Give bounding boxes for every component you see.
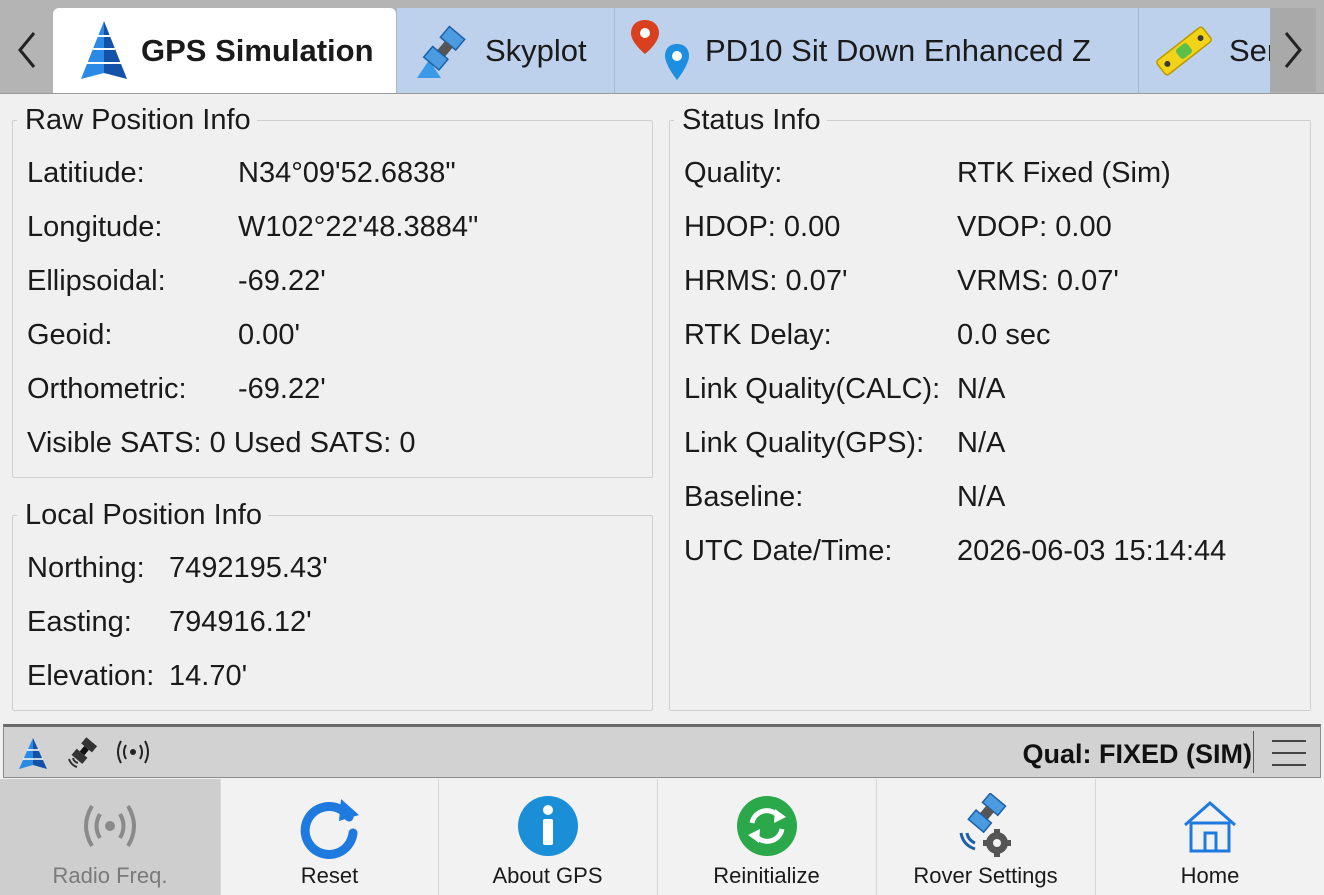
ellipsoidal-label: Ellipsoidal: (27, 265, 166, 297)
toolbar-label: Reinitialize (713, 863, 820, 888)
easting-label: Easting: (27, 606, 132, 638)
northing-label: Northing: (27, 552, 145, 584)
tab-label: Skyplot (485, 32, 587, 68)
toolbar-label: Home (1180, 863, 1240, 888)
longitude-value: W102°22'48.3884" (238, 211, 479, 243)
chevron-left-icon (18, 32, 36, 68)
tab-gps-simulation[interactable]: GPS Simulation (53, 8, 396, 93)
baseline-label: Baseline: (684, 481, 804, 513)
raw-position-title: Raw Position Info (25, 104, 251, 136)
quality-label: Quality: (684, 157, 783, 189)
menu-icon[interactable] (1272, 740, 1306, 766)
link-quality-calc-label: Link Quality(CALC): (684, 373, 941, 405)
rover-settings-button[interactable]: Rover Settings (876, 779, 1094, 895)
link-quality-calc-value: N/A (957, 373, 1006, 405)
link-quality-gps-label: Link Quality(GPS): (684, 427, 925, 459)
easting-value: 794916.12' (169, 606, 312, 638)
baseline-value: N/A (957, 481, 1006, 513)
local-position-title: Local Position Info (25, 499, 262, 531)
about-gps-button[interactable]: About GPS (438, 779, 656, 895)
tab-skyplot[interactable]: Skyplot (396, 8, 614, 93)
latitude-label: Latitiude: (27, 157, 145, 189)
rover-satellite-icon (959, 793, 1011, 857)
elevation-label: Elevation: (27, 660, 155, 692)
level-tool-icon (1151, 18, 1217, 84)
quality-status-text: Qual: FIXED (SIM) (1022, 739, 1253, 769)
toolbar-label: About GPS (492, 863, 603, 888)
reset-button[interactable]: Reset (220, 779, 438, 895)
link-quality-gps-value: N/A (957, 427, 1006, 459)
scroll-tabs-left-button[interactable] (4, 8, 50, 92)
geoid-label: Geoid: (27, 319, 113, 351)
pyramid-icon (79, 19, 129, 83)
hrms-value: HRMS: 0.07' (684, 265, 848, 297)
home-button[interactable]: Home (1095, 779, 1324, 895)
geoid-value: 0.00' (238, 319, 300, 351)
tab-pd10-sit-down-enhanced-z[interactable]: PD10 Sit Down Enhanced Z (614, 8, 1138, 93)
elevation-value: 14.70' (169, 660, 248, 692)
utc-datetime-label: UTC Date/Time: (684, 535, 893, 567)
vdop-value: VDOP: 0.00 (957, 211, 1112, 243)
latitude-value: N34°09'52.6838" (238, 157, 456, 189)
home-icon (1184, 801, 1236, 853)
northing-value: 7492195.43' (169, 552, 328, 584)
orthometric-value: -69.22' (238, 373, 326, 405)
status-info-title: Status Info (682, 104, 821, 136)
status-bar: Qual: FIXED (SIM) (3, 724, 1321, 778)
longitude-label: Longitude: (27, 211, 163, 243)
toolbar-label: Radio Freq. (52, 863, 168, 888)
radio-waves-icon (84, 804, 136, 848)
chevron-right-icon (1284, 32, 1302, 68)
toolbar-label: Reset (300, 863, 359, 888)
utc-datetime-value: 2026-06-03 15:14:44 (957, 535, 1227, 567)
vrms-value: VRMS: 0.07' (957, 265, 1119, 297)
tab-label: Ser (1229, 32, 1270, 68)
toolbar-label: Rover Settings (913, 863, 1058, 888)
rtk-delay-value: 0.0 sec (957, 319, 1051, 351)
hdop-value: HDOP: 0.00 (684, 211, 841, 243)
tab-label: GPS Simulation (141, 32, 374, 68)
status-bar-divider (1253, 731, 1254, 773)
tab-label: PD10 Sit Down Enhanced Z (705, 32, 1091, 68)
orthometric-label: Orthometric: (27, 373, 187, 405)
location-pins-icon (629, 18, 693, 84)
tab-ser[interactable]: Ser (1138, 8, 1270, 93)
pyramid-icon[interactable] (18, 737, 48, 776)
sats-line: Visible SATS: 0 Used SATS: 0 (27, 427, 416, 459)
ellipsoidal-value: -69.22' (238, 265, 326, 297)
quality-value: RTK Fixed (Sim) (957, 157, 1171, 189)
scroll-tabs-right-button[interactable] (1270, 8, 1316, 92)
satellite-icon[interactable] (66, 737, 100, 774)
satellite-icon (415, 22, 473, 80)
radio-freq-button[interactable]: Radio Freq. (0, 779, 220, 895)
reset-icon (300, 799, 359, 859)
tab-strip: GPS Simulation Skyplot PD10 Sit Down Enh… (0, 0, 1324, 94)
radio-signal-icon[interactable] (114, 737, 152, 772)
bottom-toolbar: Radio Freq. Reset About GPS Reinitialize (0, 779, 1324, 895)
rtk-delay-label: RTK Delay: (684, 319, 832, 351)
gps-info-panel: Raw Position Info Latitiude: N34°09'52.6… (0, 94, 1324, 722)
reinitialize-button[interactable]: Reinitialize (657, 779, 875, 895)
info-icon (517, 796, 578, 856)
status-info-group: Status Info (669, 104, 1311, 711)
reinitialize-icon (736, 796, 797, 856)
